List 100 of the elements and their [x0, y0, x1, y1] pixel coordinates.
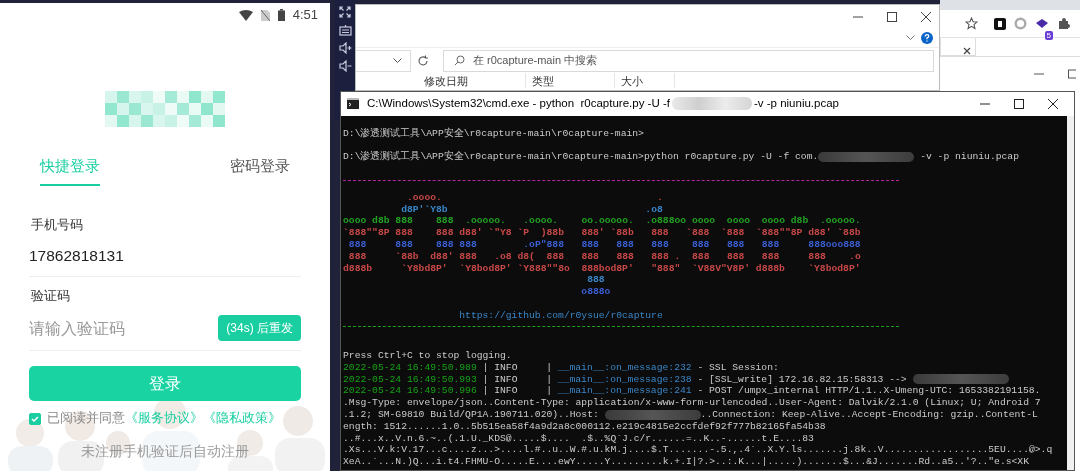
log-separator: |	[546, 373, 553, 385]
ascii-art-text: 888	[348, 250, 367, 262]
console-icon	[347, 98, 359, 110]
register-note: 未注册手机验证后自动注册	[80, 443, 250, 462]
login-tab[interactable]: 密码登录	[230, 155, 290, 186]
phone-input[interactable]: 17862818131	[29, 244, 301, 267]
battery-icon	[277, 9, 285, 21]
wifi-icon	[238, 9, 253, 21]
column-header[interactable]: 修改日期	[418, 73, 526, 88]
ascii-art-text: o888o	[581, 286, 611, 298]
column-header[interactable]: 类型	[526, 73, 615, 88]
ascii-art-text: 888 .	[651, 250, 681, 262]
extension-count-badge: 5	[1044, 30, 1053, 40]
terminal-text: .1.2; SM-G9810 Build/QP1A.190711.020)..Host:	[343, 409, 600, 421]
agreement-text: 已阅读并同意《服务协议》《隐私政策》	[47, 410, 281, 428]
ascii-art-text: 888 888	[436, 238, 477, 250]
ascii-art-text: 888	[581, 250, 599, 262]
search-icon	[454, 55, 465, 66]
ascii-art-text: 888	[761, 250, 780, 262]
maximize-icon[interactable]	[1014, 98, 1024, 109]
url-text: https://github.com/r0ysue/r0capture	[459, 309, 663, 321]
log-separator: |	[546, 385, 553, 397]
extension-icon[interactable]	[994, 17, 1006, 30]
ascii-art-text: .oP"888	[523, 238, 564, 250]
extension-icon	[1035, 18, 1049, 31]
ascii-art-text: `888	[721, 227, 745, 239]
no-sim-icon	[260, 9, 270, 21]
ascii-art-text: .	[656, 191, 663, 203]
ascii-art-text: `888""8P d88' `88b	[755, 227, 861, 239]
ascii-art-text: .o888oo oooo	[645, 215, 716, 227]
star-icon[interactable]	[965, 17, 978, 30]
ascii-art-text: `888	[686, 227, 710, 239]
ascii-art-text: 888' `88b	[581, 227, 634, 239]
field-label: 验证码	[30, 287, 71, 305]
ascii-art-text: 888ooo888	[808, 238, 861, 250]
ascii-art-text: .o8	[645, 203, 663, 215]
ascii-art-text: `88b	[395, 250, 419, 262]
terminal-text: - [SSL_write] 172.16.82.15:58313 -->	[696, 373, 908, 385]
expand-icon[interactable]	[339, 6, 351, 18]
column-header[interactable]: 大小	[615, 73, 675, 88]
puzzle-icon[interactable]	[1057, 17, 1070, 30]
log-level: INFO	[494, 373, 519, 386]
ascii-art-text: 888	[651, 238, 669, 250]
terminal-text: ..#...x..V.n.6.~..(.1.U._KDS@.....$.... .$..%Q`J.c/r......=..K..-......t.E....83	[343, 432, 814, 444]
ascii-art-text: oooo d8b 888	[343, 215, 413, 227]
terminal-text: .Msg-Type: envelope/json..Content-Type: application/x-www-form-urlencoded..User-Agent: Dalvik/2.1.0 (Linux; U; Android 7	[343, 397, 1041, 409]
ascii-art-text: 888	[651, 227, 669, 239]
ascii-art-text: 888	[395, 238, 413, 250]
log-timestamp: 2022-05-24 16:49:50.996	[343, 385, 477, 397]
field-label: 手机号码	[30, 216, 84, 234]
maximize-icon[interactable]	[1068, 68, 1076, 79]
ascii-art-text: `Y8bod8P'	[808, 262, 861, 274]
log-source: __main__:on_message:232	[557, 361, 692, 373]
close-icon[interactable]	[921, 12, 931, 22]
ascii-art-text: 888bod8P'	[581, 262, 634, 274]
search-field[interactable]: 在 r0capture-main 中搜索	[443, 49, 934, 72]
keyboard-icon[interactable]	[338, 24, 352, 36]
terminal-text: ..Connection: Keep-Alive..Accept-Encoding: gzip..Content-L	[700, 409, 1038, 421]
log-source: __main__:on_message:238	[557, 373, 692, 385]
terminal-text: .Xs...V.k:V.17...c....z...>....l.#..u..W.#.u.kM.j....$.T.......-.5.,.4`..X.Y.ls.......j.8k..V..................5EU....@>.q	[343, 444, 1053, 456]
log-separator: |	[482, 361, 489, 373]
ascii-art-text: oooo d8b	[761, 215, 809, 227]
chevron-down-icon[interactable]	[906, 35, 915, 41]
ascii-art-text: oo.ooooo.	[581, 215, 634, 227]
ascii-art-text: .ooooo.	[819, 215, 861, 227]
volume-down-icon[interactable]	[338, 60, 352, 72]
terminal-text: XeA..`...N.)Q...i.t4.FHMU-O.....E....ewY.....Y.........k.+.I|?.>..:.K...|.....).......$...&J.......Rd..a5..'?.."e.s<XK	[343, 456, 1029, 468]
maximize-icon[interactable]	[887, 12, 897, 22]
help-icon[interactable]	[921, 32, 933, 44]
ascii-art-text: .o8 d8(	[494, 250, 535, 262]
ascii-art-text: 888	[581, 238, 599, 250]
ascii-art-text: oooo	[726, 215, 751, 227]
log-level: INFO	[494, 361, 519, 374]
window-title: C:\Windows\System32\cmd.exe - python r0capture.py -U -f	[367, 96, 670, 112]
ascii-art-text: 888	[616, 238, 634, 250]
ascii-art-text: )88b	[540, 227, 564, 239]
code-input[interactable]: 请输入验证码	[29, 316, 179, 340]
ascii-art-text: `V88V"V8P' d888b	[691, 262, 785, 274]
ascii-art-text: 888	[546, 250, 565, 262]
scrollbar[interactable]	[1067, 115, 1074, 470]
ascii-art-text: 888	[808, 250, 826, 262]
refresh-icon[interactable]	[417, 54, 429, 67]
close-icon[interactable]	[1048, 98, 1058, 109]
ascii-art-text: d88' 888	[430, 250, 477, 262]
terminal-text: - POST /umpx_internal HTTP/1.1..X-Umeng-UTC: 1653382191158.	[696, 385, 1041, 397]
ascii-art-text: 888	[348, 238, 367, 250]
ascii-art-text: .oooo.	[406, 191, 442, 203]
close-icon[interactable]	[963, 47, 971, 55]
ascii-art-text: .ooooo.	[465, 215, 506, 227]
ascii-art-text: `Y8bd8P'	[401, 262, 448, 274]
log-separator: |	[482, 373, 489, 385]
chevron-down-icon	[393, 57, 402, 64]
ascii-art-text: 888	[692, 238, 710, 250]
ascii-art-text: d8P'`Y8b	[401, 203, 448, 215]
ascii-art-text: d888b	[343, 262, 373, 274]
ascii-art-text: .o	[849, 250, 861, 262]
log-timestamp: 2022-05-24 16:49:50.993	[343, 373, 477, 385]
volume-up-icon[interactable]	[338, 42, 352, 54]
log-timestamp: 2022-05-24 16:49:50.989	[343, 361, 477, 373]
terminal-text: D:\渗透测试工具\APP安全\r0capture-main\r0capture-main>	[343, 127, 644, 139]
